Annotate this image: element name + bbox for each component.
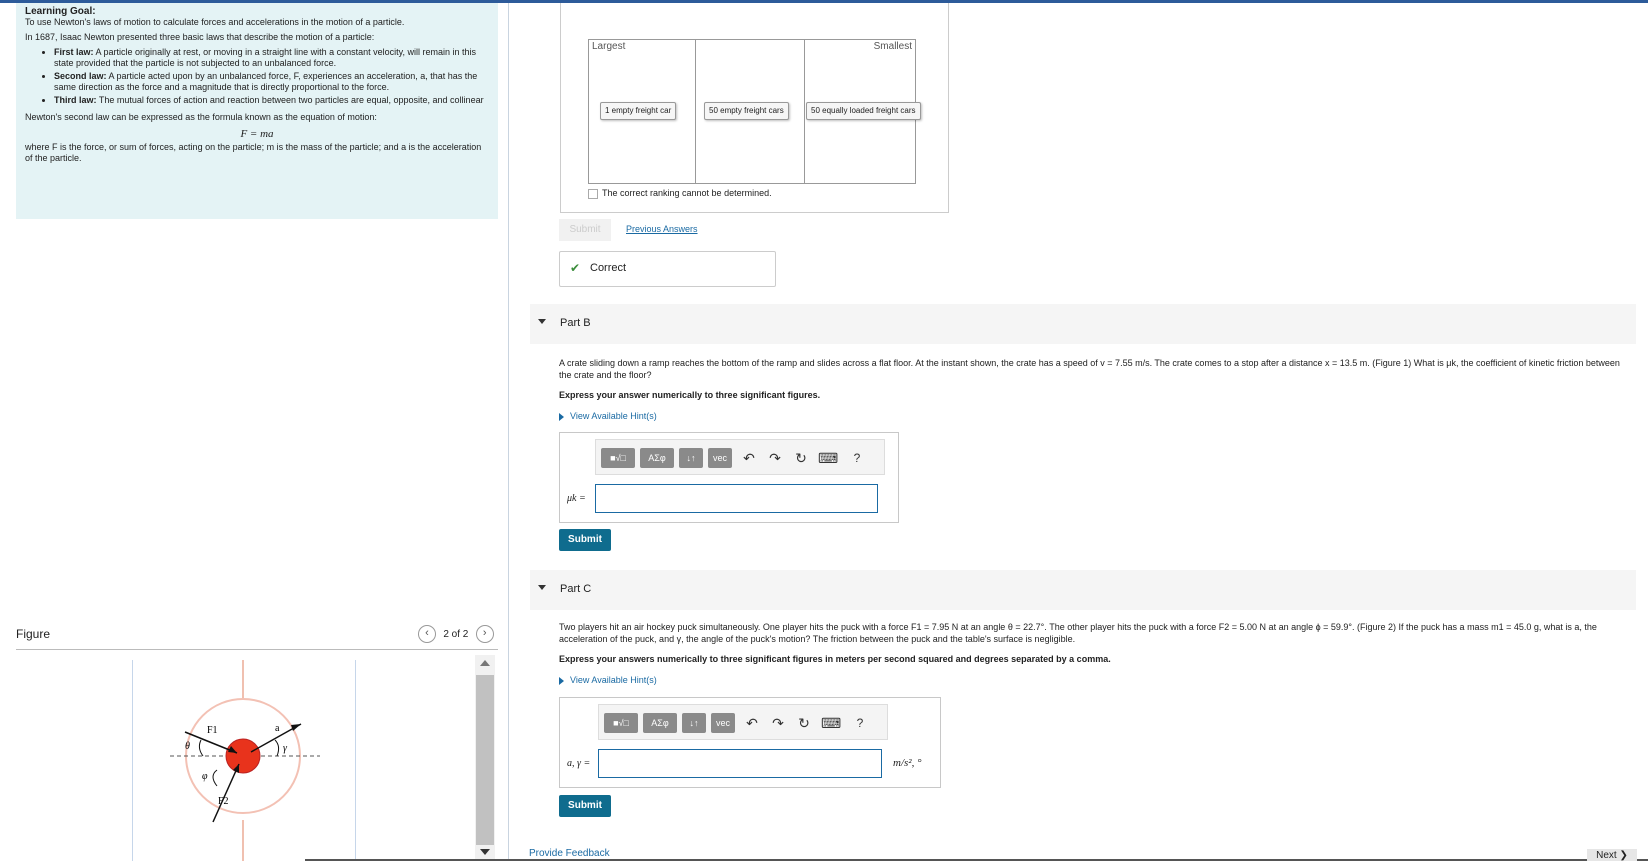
scrollbar-thumb[interactable] — [476, 675, 494, 845]
checkmark-icon: ✔ — [570, 261, 581, 275]
learning-goal-heading: Learning Goal: — [25, 6, 96, 17]
part-c-hints-link[interactable]: View Available Hint(s) — [559, 675, 657, 685]
f2-label: F2 — [218, 796, 229, 807]
formula-explanation: where F is the force, or sum of forces, … — [25, 142, 482, 163]
figure-pager: 2 of 2 — [443, 629, 469, 641]
phi-label: φ — [202, 771, 208, 782]
equation-of-motion: F = ma — [240, 128, 274, 140]
part-b-question: A crate sliding down a ramp reaches the … — [559, 358, 1620, 380]
part-c-title: Part C — [560, 583, 592, 595]
part-c-units: m/s², ° — [893, 757, 922, 769]
part-c-question: Two players hit an air hockey puck simul… — [559, 622, 1597, 644]
ranking-smallest-label: Smallest — [873, 41, 912, 52]
vector-button[interactable]: vec — [708, 448, 732, 468]
part-c-input-label: a, γ = — [567, 758, 591, 769]
law-name: Second law: — [54, 71, 107, 81]
second-law-intro: Newton's second law can be expressed as … — [25, 112, 377, 122]
figure-frame-left — [132, 660, 133, 861]
part-c-header[interactable]: Part C — [530, 570, 1636, 610]
collapse-triangle-icon[interactable] — [538, 319, 546, 324]
ranking-item-1-empty-car[interactable]: 1 empty freight car — [600, 102, 677, 120]
next-button[interactable]: Next ❯ — [1587, 849, 1637, 861]
expand-arrow-icon — [559, 676, 564, 685]
templates-button[interactable]: ■√□ — [604, 713, 638, 733]
law-text: The mutual forces of action and reaction… — [98, 95, 484, 105]
collapse-triangle-icon[interactable] — [538, 585, 546, 590]
law-name: First law: — [54, 47, 94, 57]
learning-goal-text: To use Newton's laws of motion to calcul… — [25, 17, 405, 27]
part-b-hints-link[interactable]: View Available Hint(s) — [559, 411, 657, 421]
redo-icon[interactable]: ↷ — [766, 449, 784, 467]
law-text: A particle originally at rest, or moving… — [54, 47, 477, 68]
part-b-submit-button[interactable]: Submit — [559, 529, 611, 551]
scroll-down-icon[interactable] — [480, 849, 490, 855]
vector-button[interactable]: vec — [711, 713, 735, 733]
part-b-input-label: μk = — [567, 493, 586, 504]
ranking-largest-label: Largest — [592, 41, 626, 52]
pane-divider — [508, 3, 509, 861]
figure-label: Figure — [16, 627, 51, 641]
cannot-determine-option[interactable]: The correct ranking cannot be determined… — [588, 188, 772, 199]
reset-icon[interactable]: ↻ — [795, 714, 813, 732]
part-b-header[interactable]: Part B — [530, 304, 1636, 344]
ranking-item-50-empty-cars[interactable]: 50 empty freight cars — [704, 102, 789, 120]
law-item: Second law: A particle acted upon by an … — [54, 71, 489, 93]
templates-button[interactable]: ■√□ — [601, 448, 635, 468]
law-name: Third law: — [54, 95, 97, 105]
scroll-up-icon[interactable] — [480, 660, 490, 666]
correct-feedback-text: Correct — [590, 262, 627, 274]
redo-icon[interactable]: ↷ — [769, 714, 787, 732]
figure-scrollbar[interactable] — [475, 655, 495, 861]
figure-frame-right — [355, 660, 356, 861]
undo-icon[interactable]: ↶ — [743, 714, 761, 732]
previous-answers-link[interactable]: Previous Answers — [626, 224, 698, 234]
figure-next-button[interactable]: › — [475, 625, 494, 643]
figure-header: Figure ‹ 2 of 2 › — [16, 623, 498, 650]
subscript-button[interactable]: ↓↑ — [682, 713, 706, 733]
undo-icon[interactable]: ↶ — [740, 449, 758, 467]
puck — [225, 738, 261, 774]
hints-label: View Available Hint(s) — [570, 411, 657, 421]
keyboard-icon[interactable]: ⌨ — [821, 714, 841, 732]
law-item: First law: A particle originally at rest… — [54, 47, 489, 69]
part-c-answer-input[interactable] — [598, 749, 882, 778]
subscript-button[interactable]: ↓↑ — [679, 448, 703, 468]
figure-prev-button[interactable]: ‹ — [418, 625, 436, 643]
f1-label: F1 — [207, 725, 218, 736]
part-c-math-toolbar: ■√□ ΑΣφ ↓↑ vec ↶ ↷ ↻ ⌨ ? — [598, 704, 888, 740]
learning-goal-panel: Learning Goal: To use Newton's laws of m… — [16, 3, 498, 219]
greek-symbols-button[interactable]: ΑΣφ — [640, 448, 674, 468]
law-item: Third law: The mutual forces of action a… — [54, 95, 489, 106]
a-label: a — [275, 723, 280, 734]
reset-icon[interactable]: ↻ — [792, 449, 810, 467]
provide-feedback-link[interactable]: Provide Feedback — [529, 848, 610, 859]
part-b-instruction: Express your answer numerically to three… — [559, 390, 821, 400]
help-icon[interactable]: ? — [848, 449, 866, 467]
law-text: A particle acted upon by an unbalanced f… — [54, 71, 478, 92]
keyboard-icon[interactable]: ⌨ — [818, 449, 838, 467]
part-c-submit-button[interactable]: Submit — [559, 795, 611, 817]
expand-arrow-icon — [559, 412, 564, 421]
cannot-determine-label: The correct ranking cannot be determined… — [602, 188, 772, 198]
checkbox-icon[interactable] — [588, 188, 598, 199]
part-b-answer-input[interactable] — [595, 484, 878, 513]
air-hockey-figure: F1 θ φ F2 a γ — [170, 660, 320, 861]
learning-goal-intro: In 1687, Isaac Newton presented three ba… — [25, 32, 375, 42]
ranking-area[interactable]: Largest Smallest 1 empty freight car 50 … — [588, 39, 921, 184]
ranking-item-50-loaded-cars[interactable]: 50 equally loaded freight cars — [806, 102, 921, 120]
theta-label: θ — [185, 741, 190, 752]
gamma-label: γ — [283, 743, 288, 754]
hints-label: View Available Hint(s) — [570, 675, 657, 685]
greek-symbols-button[interactable]: ΑΣφ — [643, 713, 677, 733]
newton-laws-list: First law: A particle originally at rest… — [25, 47, 489, 106]
part-c-instruction: Express your answers numerically to thre… — [559, 654, 1111, 664]
part-b-title: Part B — [560, 317, 591, 329]
correct-feedback-box: ✔ Correct — [559, 251, 776, 287]
part-a-submit-button[interactable]: Submit — [559, 219, 611, 241]
part-b-math-toolbar: ■√□ ΑΣφ ↓↑ vec ↶ ↷ ↻ ⌨ ? — [595, 439, 885, 475]
help-icon[interactable]: ? — [851, 714, 869, 732]
